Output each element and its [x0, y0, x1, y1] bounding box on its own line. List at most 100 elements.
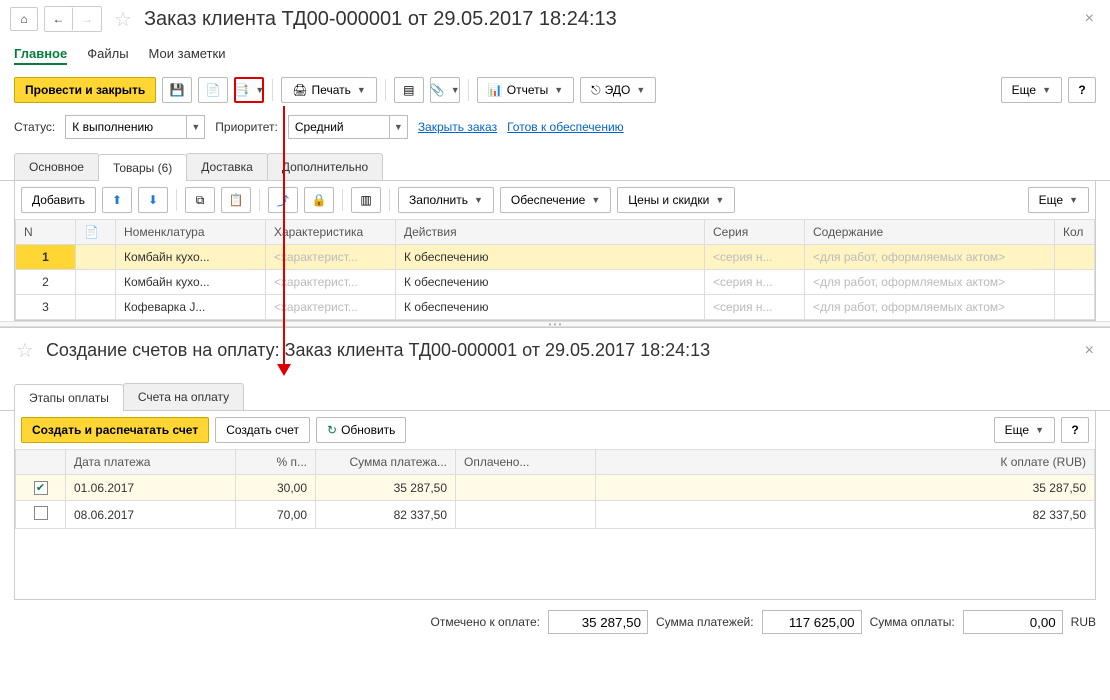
status-select[interactable]: ▼ — [65, 115, 205, 139]
help-button-2[interactable]: ? — [1061, 417, 1089, 443]
tab-pay-stages[interactable]: Этапы оплаты — [14, 384, 124, 411]
more-button[interactable]: Еще▼ — [1001, 77, 1062, 103]
cell-qty — [1055, 245, 1095, 270]
cell-nomenclature: Комбайн кухо... — [116, 245, 266, 270]
paste-icon: 📋 — [229, 193, 244, 207]
col-qty[interactable]: Кол — [1055, 220, 1095, 245]
home-icon: ⌂ — [20, 12, 27, 26]
cell-due: 35 287,50 — [596, 475, 1095, 501]
arrow-up-icon: ⬆ — [112, 193, 122, 207]
tab-invoices[interactable]: Счета на оплату — [123, 383, 244, 410]
cell-icon — [76, 270, 116, 295]
home-button[interactable]: ⌂ — [10, 7, 38, 31]
ready-supply-link[interactable]: Готов к обеспечению — [507, 120, 624, 134]
table-row[interactable]: 1Комбайн кухо...<характерист...К обеспеч… — [16, 245, 1095, 270]
priority-input[interactable] — [289, 116, 389, 138]
table-row[interactable]: 3Кофеварка J...<характерист...К обеспече… — [16, 295, 1095, 320]
prices-button[interactable]: Цены и скидки▼ — [617, 187, 735, 213]
checkbox-icon[interactable] — [34, 506, 48, 520]
subtab-main[interactable]: Основное — [14, 153, 99, 180]
cell-date: 08.06.2017 — [66, 501, 236, 529]
post-button[interactable]: 📄 — [198, 77, 228, 103]
col-content[interactable]: Содержание — [805, 220, 1055, 245]
close-button[interactable]: × — [1079, 10, 1100, 28]
col-check[interactable] — [16, 450, 66, 475]
marked-label: Отмечено к оплате: — [431, 615, 540, 629]
close-button-2[interactable]: × — [1079, 342, 1100, 360]
fill-button[interactable]: Заполнить▼ — [398, 187, 494, 213]
copy-button[interactable]: ⧉ — [185, 187, 215, 213]
col-n[interactable]: N — [16, 220, 76, 245]
close-order-link[interactable]: Закрыть заказ — [418, 120, 497, 134]
print-button[interactable]: 🖨Печать▼ — [281, 77, 376, 103]
arrow-left-icon: ← — [53, 12, 65, 26]
col-characteristic[interactable]: Характеристика — [266, 220, 396, 245]
report-icon-button[interactable]: ▤ — [394, 77, 424, 103]
favorite-star-icon[interactable]: ☆ — [114, 7, 132, 32]
sum-value[interactable] — [762, 610, 862, 634]
tab-notes[interactable]: Мои заметки — [149, 44, 226, 65]
cell-nomenclature: Кофеварка J... — [116, 295, 266, 320]
cell-icon — [76, 295, 116, 320]
table-row[interactable]: 01.06.201730,0035 287,5035 287,50 — [16, 475, 1095, 501]
paste-button[interactable]: 📋 — [221, 187, 251, 213]
table-row[interactable]: 08.06.201770,0082 337,5082 337,50 — [16, 501, 1095, 529]
tab-files[interactable]: Файлы — [87, 44, 128, 65]
more-pay-button[interactable]: Еще▼ — [994, 417, 1055, 443]
cell-content: <для работ, оформляемых актом> — [805, 295, 1055, 320]
table-row[interactable]: 2Комбайн кухо...<характерист...К обеспеч… — [16, 270, 1095, 295]
move-up-button[interactable]: ⬆ — [102, 187, 132, 213]
supply-button[interactable]: Обеспечение▼ — [500, 187, 611, 213]
page-icon: 📄 — [84, 225, 99, 239]
create-doc-icon: 📑 — [234, 83, 249, 97]
forward-button[interactable]: → — [73, 7, 101, 31]
col-pct[interactable]: % п... — [236, 450, 316, 475]
more-table-button[interactable]: Еще▼ — [1028, 187, 1089, 213]
checkbox-icon[interactable] — [34, 481, 48, 495]
cell-pct: 30,00 — [236, 475, 316, 501]
subtab-delivery[interactable]: Доставка — [186, 153, 268, 180]
caret-down-icon[interactable]: ▼ — [186, 116, 204, 138]
status-input[interactable] — [66, 116, 186, 138]
post-and-close-button[interactable]: Провести и закрыть — [14, 77, 156, 103]
back-button[interactable]: ← — [45, 7, 73, 31]
add-row-button[interactable]: Добавить — [21, 187, 96, 213]
lock-button[interactable]: 🔒 — [304, 187, 334, 213]
favorite-star-icon[interactable]: ☆ — [16, 338, 34, 363]
attach-icon: 📎 — [430, 83, 445, 97]
cell-check[interactable] — [16, 501, 66, 529]
create-invoice-button[interactable]: Создать счет — [215, 417, 310, 443]
col-due[interactable]: К оплате (RUB) — [596, 450, 1095, 475]
cell-date: 01.06.2017 — [66, 475, 236, 501]
caret-down-icon[interactable]: ▼ — [389, 116, 407, 138]
cell-n: 2 — [16, 270, 76, 295]
col-paid[interactable]: Оплачено... — [456, 450, 596, 475]
help-button[interactable]: ? — [1068, 77, 1096, 103]
col-icon[interactable]: 📄 — [76, 220, 116, 245]
splitter[interactable]: • • • — [0, 321, 1110, 327]
col-actions[interactable]: Действия — [396, 220, 705, 245]
barcode-button[interactable]: ▥ — [351, 187, 381, 213]
subtab-goods[interactable]: Товары (6) — [98, 154, 187, 181]
col-pay-date[interactable]: Дата платежа — [66, 450, 236, 475]
list-icon: ▤ — [403, 83, 414, 97]
marked-value[interactable] — [548, 610, 648, 634]
save-button[interactable]: 💾 — [162, 77, 192, 103]
move-down-button[interactable]: ⬇ — [138, 187, 168, 213]
edo-button[interactable]: ⎋ЭДО▼ — [580, 77, 656, 103]
cell-check[interactable] — [16, 475, 66, 501]
create-print-invoice-button[interactable]: Создать и распечатать счет — [21, 417, 209, 443]
pay-value[interactable] — [963, 610, 1063, 634]
reports-button[interactable]: 📊Отчеты▼ — [477, 77, 574, 103]
col-sum[interactable]: Сумма платежа... — [316, 450, 456, 475]
cell-series: <серия н... — [705, 295, 805, 320]
arrow-down-icon: ⬇ — [148, 193, 158, 207]
col-nomenclature[interactable]: Номенклатура — [116, 220, 266, 245]
attach-button[interactable]: 📎▼ — [430, 77, 460, 103]
items-table: N 📄 Номенклатура Характеристика Действия… — [15, 219, 1095, 320]
create-based-on-button[interactable]: 📑▼ — [234, 77, 264, 103]
col-series[interactable]: Серия — [705, 220, 805, 245]
priority-select[interactable]: ▼ — [288, 115, 408, 139]
tab-main[interactable]: Главное — [14, 44, 67, 65]
refresh-button[interactable]: ↻ Обновить — [316, 417, 406, 443]
